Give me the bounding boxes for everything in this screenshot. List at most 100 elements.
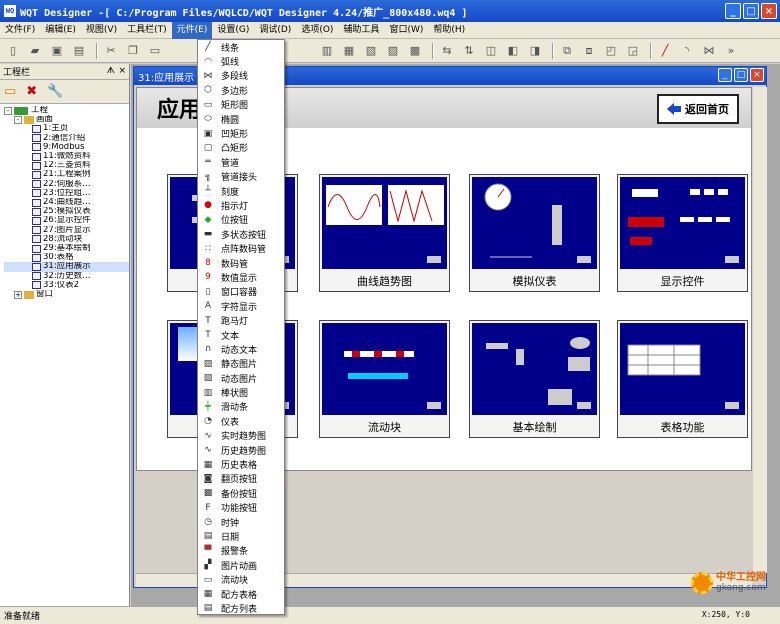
minimize-button[interactable]: _ (725, 3, 741, 19)
menu-options[interactable]: 选项(O) (296, 22, 338, 39)
tree-page-item[interactable]: 26:显示控件 (4, 216, 129, 225)
menu-item-dot-matrix[interactable]: ∷ 点阵数码管 (198, 241, 284, 256)
tree-page-item[interactable]: 32:历史数… (4, 272, 129, 281)
demo-card-drawing[interactable]: 基本绘制 (469, 320, 600, 438)
new-file-icon[interactable]: ▯ (4, 42, 22, 60)
align-top-icon[interactable]: ▨ (384, 42, 402, 60)
tree-group-screens[interactable]: - 画面 (4, 115, 129, 124)
group-icon[interactable]: ⧉ (558, 42, 576, 60)
align-center-icon[interactable]: ▦ (340, 42, 358, 60)
menu-item-pipe-joint[interactable]: ╗ 管道接头 (198, 170, 284, 184)
save-icon[interactable]: ▣ (48, 42, 66, 60)
polyline-tool-icon[interactable]: ⋈ (700, 42, 718, 60)
tree-page-item[interactable]: 11:微燃资料 (4, 152, 129, 161)
tree-group-windows[interactable]: + 窗口 (4, 290, 129, 299)
demo-card-trend[interactable]: 曲线趋势图 (319, 174, 450, 292)
more-icon[interactable]: » (722, 42, 740, 60)
menu-settings[interactable]: 设置(G) (212, 22, 254, 39)
line-tool-icon[interactable]: ╱ (656, 42, 674, 60)
same-width-icon[interactable]: ⇆ (438, 42, 456, 60)
demo-card-table[interactable]: 表格功能 (617, 320, 748, 438)
tree-page-item[interactable]: 29:基本绘制 (4, 244, 129, 253)
tree-page-item[interactable]: 12:三菱资料 (4, 161, 129, 170)
editor-close-button[interactable]: × (750, 68, 764, 82)
menu-toolbar[interactable]: 工具栏(T) (122, 22, 172, 39)
editor-minimize-button[interactable]: _ (718, 68, 732, 82)
menu-item-lamp[interactable]: ● 指示灯 (198, 198, 284, 212)
menu-item-realtime-trend[interactable]: ∿ 实时趋势图 (198, 429, 284, 443)
menu-item-clock[interactable]: ◷ 时钟 (198, 515, 284, 529)
menu-item-marquee[interactable]: T 跑马灯 (198, 313, 284, 328)
align-right-icon[interactable]: ▧ (362, 42, 380, 60)
menu-item-bar-graph[interactable]: ▥ 棒状图 (198, 385, 284, 400)
tree-page-item[interactable]: 30:表格 (4, 253, 129, 262)
menu-item-text[interactable]: T 文本 (198, 328, 284, 342)
tree-root[interactable]: - 工程 (4, 106, 129, 115)
front-icon[interactable]: ◰ (602, 42, 620, 60)
same-height-icon[interactable]: ⇅ (460, 42, 478, 60)
menu-item-function-button[interactable]: F 功能按钮 (198, 501, 284, 515)
menu-item-digit-tube[interactable]: 8 数码管 (198, 256, 284, 270)
align-middle-icon[interactable]: ▩ (406, 42, 424, 60)
menu-window[interactable]: 窗口(W) (384, 22, 428, 39)
menu-item-image-animation[interactable]: ▞ 图片动画 (198, 558, 284, 572)
pin-icon[interactable]: ᗑ (107, 66, 115, 76)
tree-page-item[interactable]: 33:仪表2 (4, 281, 129, 290)
menu-item-recipe-table[interactable]: ▦ 配方表格 (198, 587, 284, 601)
close-button[interactable]: × (761, 3, 777, 19)
panel-close-icon[interactable]: × (118, 66, 126, 76)
menu-item-char-display[interactable]: A 字符显示 (198, 299, 284, 313)
maximize-button[interactable]: □ (743, 3, 759, 19)
same-size-icon[interactable]: ◫ (482, 42, 500, 60)
menu-item-history-trend[interactable]: ∿ 历史趋势图 (198, 443, 284, 457)
tree-page-item[interactable]: 2:通信介绍 (4, 134, 129, 143)
menu-item-polyline[interactable]: ⋈ 多段线 (198, 69, 284, 83)
properties-wrench-icon[interactable]: 🔧 (47, 84, 63, 99)
menu-aux-tools[interactable]: 辅助工具 (338, 22, 384, 39)
menu-item-backup-button[interactable]: ▩ 备份按钮 (198, 486, 284, 500)
tree-page-item[interactable]: 25:模拟仪表 (4, 207, 129, 216)
menu-debug[interactable]: 调试(D) (254, 22, 296, 39)
delete-icon[interactable]: ✖ (26, 84, 37, 99)
menu-item-arc[interactable]: ◠ 弧线 (198, 54, 284, 69)
tree-page-item[interactable]: 22:伺服系… (4, 180, 129, 189)
menu-item-recipe-list[interactable]: ▤ 配方列表 (198, 601, 284, 615)
menu-item-bit-button[interactable]: ◆ 位按钮 (198, 213, 284, 227)
menu-item-meter[interactable]: ◔ 仪表 (198, 414, 284, 428)
vertical-scrollbar[interactable] (753, 87, 767, 573)
menu-item-static-image[interactable]: ▨ 静态图片 (198, 357, 284, 371)
copy-icon[interactable]: ❐ (124, 42, 142, 60)
space-h-icon[interactable]: ◧ (504, 42, 522, 60)
menu-item-concave-rect[interactable]: ▣ 凹矩形 (198, 126, 284, 141)
menu-item-dynamic-text[interactable]: ∩ 动态文本 (198, 342, 284, 356)
menu-item-slider[interactable]: ┿ 滑动条 (198, 400, 284, 414)
menu-item-scale[interactable]: ┴ 刻度 (198, 184, 284, 198)
editor-maximize-button[interactable]: □ (734, 68, 748, 82)
menu-item-polygon[interactable]: ⬡ 多边形 (198, 83, 284, 97)
ungroup-icon[interactable]: ⧈ (580, 42, 598, 60)
menu-item-dynamic-image[interactable]: ▧ 动态图片 (198, 371, 284, 385)
menu-item-alarm-bar[interactable]: ▀ 报警条 (198, 544, 284, 558)
tree-page-item[interactable]: 27:图片显示 (4, 226, 129, 235)
menu-component[interactable]: 元件(E) (171, 21, 213, 39)
menu-item-number-display[interactable]: 9 数值显示 (198, 270, 284, 284)
add-page-icon[interactable]: ▭ (4, 84, 16, 99)
menu-item-ellipse[interactable]: ⬭ 椭圆 (198, 112, 284, 126)
menu-item-history-table[interactable]: ▦ 历史表格 (198, 457, 284, 472)
menu-file[interactable]: 文件(F) (0, 22, 40, 39)
menu-edit[interactable]: 编辑(E) (40, 22, 81, 39)
demo-card-flow[interactable]: 流动块 (319, 320, 450, 438)
menu-help[interactable]: 帮助(H) (428, 22, 470, 39)
back-icon[interactable]: ◲ (624, 42, 642, 60)
menu-item-window-container[interactable]: ▯ 窗口容器 (198, 285, 284, 299)
demo-card-display[interactable]: 显示控件 (617, 174, 748, 292)
tree-page-item[interactable]: 1:主页 (4, 124, 129, 133)
space-v-icon[interactable]: ◨ (526, 42, 544, 60)
tree-page-item[interactable]: 23:位控组… (4, 189, 129, 198)
tree-page-item[interactable]: 21:工程案例 (4, 170, 129, 179)
open-folder-icon[interactable]: ▰ (26, 42, 44, 60)
menu-item-date[interactable]: ▤ 日期 (198, 529, 284, 543)
align-left-icon[interactable]: ▥ (318, 42, 336, 60)
menu-item-multistate-button[interactable]: ▬ 多状态按钮 (198, 227, 284, 241)
tree-page-item[interactable]: 9:Modbus (4, 143, 129, 152)
